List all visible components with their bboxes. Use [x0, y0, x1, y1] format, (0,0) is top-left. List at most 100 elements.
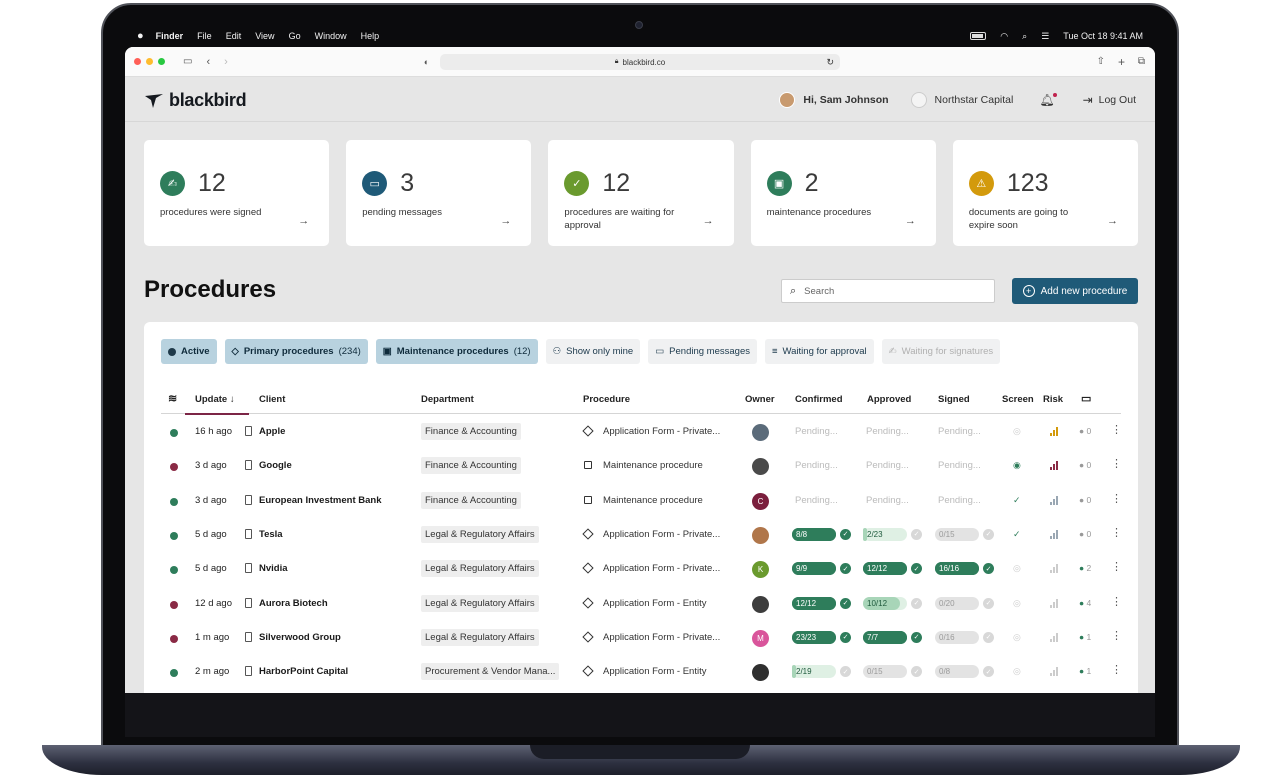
more-options-icon[interactable]: ⋮ [1111, 630, 1122, 642]
forward-icon[interactable]: › [224, 56, 228, 68]
screening-icon[interactable]: ✓ [1013, 529, 1021, 540]
more-options-icon[interactable]: ⋮ [1111, 527, 1122, 539]
table-row[interactable]: 12 d ago Aurora Biotech Legal & Regulato… [161, 588, 1122, 622]
menu-view[interactable]: View [255, 31, 274, 41]
privacy-shield-icon[interactable]: ◐ [424, 57, 429, 67]
spotlight-icon[interactable]: ⌕ [1022, 31, 1027, 42]
menu-finder[interactable]: Finder [156, 31, 184, 41]
table-row[interactable]: 16 h ago Apple Finance & Accounting Appl… [161, 416, 1122, 450]
new-tab-icon[interactable]: + [1118, 55, 1125, 69]
procedure-name[interactable]: Application Form - Private... [603, 563, 720, 574]
screening-icon[interactable]: ◎ [1013, 426, 1021, 437]
control-center-icon[interactable]: ☰ [1041, 31, 1049, 42]
client-name[interactable]: Aurora Biotech [259, 598, 328, 609]
owner-avatar[interactable]: C [752, 492, 769, 510]
menu-window[interactable]: Window [315, 31, 347, 41]
more-options-icon[interactable]: ⋮ [1111, 458, 1122, 470]
user-avatar[interactable] [779, 92, 796, 108]
filter-maintenance-procedures[interactable]: ▣ Maintenance procedures (12) [375, 339, 538, 364]
client-name[interactable]: Silverwood Group [259, 632, 341, 643]
table-row[interactable]: 5 d ago Tesla Legal & Regulatory Affairs… [161, 519, 1122, 553]
logout-icon[interactable]: ⇥ [1083, 93, 1093, 107]
close-window-icon[interactable] [134, 58, 141, 65]
column-client[interactable]: Client [259, 394, 285, 405]
maximize-window-icon[interactable] [158, 58, 165, 65]
column-procedure[interactable]: Procedure [583, 394, 630, 405]
owner-avatar[interactable] [752, 526, 769, 544]
arrow-right-icon[interactable]: → [298, 215, 309, 227]
column-update[interactable]: Update ↓ [195, 394, 235, 405]
screening-icon[interactable]: ◎ [1013, 666, 1021, 677]
client-name[interactable]: Nvidia [259, 563, 288, 574]
menu-help[interactable]: Help [361, 31, 380, 41]
column-signed[interactable]: Signed [938, 394, 970, 405]
summary-card[interactable]: ✍︎ 12 procedures were signed → [144, 140, 330, 246]
message-column-icon[interactable]: ▭ [1081, 392, 1091, 405]
table-row[interactable]: 3 d ago European Investment Bank Finance… [161, 485, 1122, 519]
summary-card[interactable]: ✓ 12 procedures are waiting for approval… [548, 140, 734, 246]
add-procedure-button[interactable]: + Add new procedure [1012, 278, 1138, 304]
owner-avatar[interactable]: K [752, 561, 769, 579]
sidebar-toggle-icon[interactable]: ▭ [183, 56, 192, 67]
column-department[interactable]: Department [421, 394, 474, 405]
screening-icon[interactable]: ◎ [1013, 598, 1021, 609]
apple-icon[interactable]: ● [137, 30, 144, 42]
more-options-icon[interactable]: ⋮ [1111, 664, 1122, 676]
search-input[interactable]: ⌕ Search [781, 279, 995, 303]
table-row[interactable]: 3 d ago Google Finance & Accounting Main… [161, 450, 1122, 484]
column-approved[interactable]: Approved [867, 394, 911, 405]
more-options-icon[interactable]: ⋮ [1111, 596, 1122, 608]
summary-card[interactable]: ⚠︎ 123 documents are going to expire soo… [952, 140, 1139, 246]
table-row[interactable]: 1 m ago Silverwood Group Legal & Regulat… [161, 622, 1122, 656]
arrow-right-icon[interactable]: → [905, 215, 916, 227]
arrow-right-icon[interactable]: → [500, 215, 511, 227]
procedure-name[interactable]: Maintenance procedure [603, 495, 703, 506]
owner-avatar[interactable] [752, 458, 769, 476]
tab-overview-icon[interactable]: ⧉ [1138, 56, 1145, 67]
reload-icon[interactable]: ↻ [826, 57, 834, 68]
arrow-right-icon[interactable]: → [1107, 215, 1118, 227]
address-bar[interactable]: 🔒︎ blackbird.co ↻ [440, 54, 840, 70]
menu-file[interactable]: File [197, 31, 212, 41]
share-icon[interactable]: ⇧ [1097, 56, 1105, 67]
more-options-icon[interactable]: ⋮ [1111, 493, 1122, 505]
owner-avatar[interactable] [752, 424, 769, 441]
battery-icon[interactable] [970, 32, 987, 40]
back-icon[interactable]: ‹ [206, 56, 210, 68]
column-risk[interactable]: Risk [1043, 394, 1063, 405]
notification-bell-icon[interactable]: 🔔︎ [1039, 93, 1057, 107]
layers-icon[interactable]: ≋ [168, 392, 177, 405]
filter-waiting-signatures[interactable]: ✍︎ Waiting for signatures [881, 339, 1001, 364]
screening-icon[interactable]: ✓ [1013, 495, 1021, 506]
owner-avatar[interactable] [752, 595, 769, 613]
filter-show-only-mine[interactable]: ⚇ Show only mine [545, 339, 641, 364]
table-row[interactable]: 5 d ago Nvidia Legal & Regulatory Affair… [161, 553, 1122, 587]
brand-logo[interactable]: blackbird [144, 90, 247, 111]
procedure-name[interactable]: Application Form - Entity [603, 666, 706, 677]
wifi-icon[interactable]: ◠ [1000, 31, 1008, 42]
more-options-icon[interactable]: ⋮ [1111, 561, 1122, 573]
arrow-right-icon[interactable]: → [703, 215, 714, 227]
procedure-name[interactable]: Maintenance procedure [603, 460, 703, 471]
table-row[interactable]: 2 m ago HarborPoint Capital Procurement … [161, 656, 1122, 690]
summary-card[interactable]: ▣ 2 maintenance procedures → [750, 140, 936, 246]
company-name[interactable]: Northstar Capital [935, 94, 1014, 106]
column-screen[interactable]: Screen [1002, 394, 1034, 405]
screening-icon[interactable]: ◉ [1013, 460, 1021, 471]
summary-card[interactable]: ▭ 3 pending messages → [346, 140, 532, 246]
screening-icon[interactable]: ◎ [1013, 632, 1021, 643]
screening-icon[interactable]: ◎ [1013, 563, 1021, 574]
procedure-name[interactable]: Application Form - Private... [603, 426, 720, 437]
menubar-clock[interactable]: Tue Oct 18 9:41 AM [1063, 31, 1143, 41]
filter-pending-messages[interactable]: ▭ Pending messages [648, 339, 757, 364]
client-name[interactable]: Apple [259, 426, 285, 437]
procedure-name[interactable]: Application Form - Entity [603, 598, 706, 609]
client-name[interactable]: HarborPoint Capital [259, 666, 348, 677]
filter-active[interactable]: Active [161, 339, 217, 364]
owner-avatar[interactable]: M [752, 629, 769, 647]
procedure-name[interactable]: Application Form - Private... [603, 632, 720, 643]
menu-edit[interactable]: Edit [226, 31, 242, 41]
user-greeting[interactable]: Hi, Sam Johnson [803, 94, 888, 106]
client-name[interactable]: Tesla [259, 529, 283, 540]
client-name[interactable]: European Investment Bank [259, 495, 381, 506]
